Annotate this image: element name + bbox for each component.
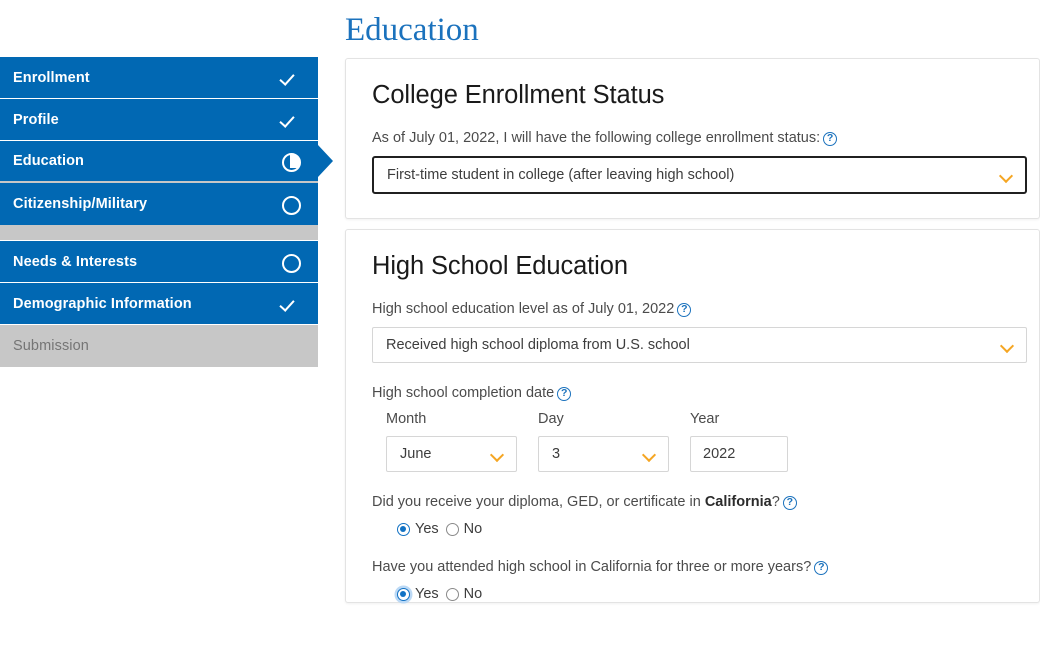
section-heading: High School Education xyxy=(372,252,628,280)
hs-education-level-value: Received high school diploma from U.S. s… xyxy=(386,337,690,353)
help-icon[interactable]: ? xyxy=(557,387,572,401)
sidebar-item-enrollment[interactable]: Enrollment xyxy=(0,57,318,99)
enrollment-status-question: As of July 01, 2022, I will have the fol… xyxy=(372,130,821,146)
chevron-down-icon xyxy=(1002,341,1013,352)
sidebar-item-submission: Submission xyxy=(0,325,318,367)
hs-level-label-text: High school education level as of July 0… xyxy=(372,301,675,317)
sidebar-group-divider xyxy=(0,225,318,241)
chevron-down-icon xyxy=(492,450,503,461)
chevron-down-icon xyxy=(1001,171,1012,182)
diploma-in-california-label: Did you receive your diploma, GED, or ce… xyxy=(372,492,1013,512)
q1-radio-no[interactable]: No xyxy=(445,521,483,537)
education-form-page: Enrollment Profile Education Citizenship… xyxy=(0,0,1040,652)
q2-radio-yes[interactable]: Yes xyxy=(397,586,439,602)
sidebar-item-needs-interests[interactable]: Needs & Interests xyxy=(0,241,318,283)
day-select[interactable]: 3 xyxy=(538,436,669,472)
attended-hs-california-question-group: Have you attended high school in Califor… xyxy=(372,557,1013,602)
year-field-group: Year 2022 xyxy=(690,411,788,472)
help-icon[interactable]: ? xyxy=(782,496,797,510)
q1-radio-yes[interactable]: Yes xyxy=(397,521,439,537)
year-input[interactable]: 2022 xyxy=(690,436,788,472)
q1-yes-label: Yes xyxy=(415,521,439,537)
hs-completion-date-label: High school completion date? xyxy=(372,383,1013,403)
main-content: Education College Enrollment Status As o… xyxy=(345,0,1040,603)
help-icon[interactable]: ? xyxy=(814,561,829,575)
sidebar-item-label: Enrollment xyxy=(13,69,90,86)
hs-education-level-select[interactable]: Received high school diploma from U.S. s… xyxy=(372,327,1027,363)
radio-unselected-icon xyxy=(445,587,459,601)
page-title: Education xyxy=(345,12,479,48)
sidebar-item-demographic-information[interactable]: Demographic Information xyxy=(0,283,318,325)
sidebar-item-label: Citizenship/Military xyxy=(13,196,148,212)
q2-no-label: No xyxy=(463,586,483,602)
sidebar-item-label: Needs & Interests xyxy=(13,253,138,270)
q2-yes-label: Yes xyxy=(415,586,439,602)
enrollment-status-select[interactable]: First-time student in college (after lea… xyxy=(372,156,1027,194)
enrollment-status-value: First-time student in college (after lea… xyxy=(387,167,735,183)
day-value: 3 xyxy=(552,446,561,462)
completion-date-row: Month June Day 3 Year 2022 xyxy=(386,411,1013,472)
q1-bold-state: California xyxy=(704,494,772,510)
help-icon[interactable]: ? xyxy=(677,303,692,317)
q2-radio-no[interactable]: No xyxy=(445,586,483,602)
progress-sidebar: Enrollment Profile Education Citizenship… xyxy=(0,57,333,367)
empty-circle-icon xyxy=(281,195,301,215)
diploma-in-california-radio-group: Yes No xyxy=(397,521,1013,537)
radio-selected-icon xyxy=(397,522,410,536)
half-circle-icon xyxy=(281,152,301,172)
sidebar-item-label: Profile xyxy=(13,111,59,128)
check-icon xyxy=(281,111,299,129)
sidebar-item-label: Education xyxy=(13,153,84,169)
hs-completion-date-label-text: High school completion date xyxy=(372,385,555,401)
day-label: Day xyxy=(538,411,564,427)
help-icon[interactable]: ? xyxy=(823,132,838,146)
sidebar-item-label: Demographic Information xyxy=(13,295,192,312)
radio-selected-focused-icon xyxy=(397,587,410,601)
month-select[interactable]: June xyxy=(386,436,517,472)
radio-unselected-icon xyxy=(445,522,459,536)
chevron-down-icon xyxy=(644,450,655,461)
diploma-in-california-question-group: Did you receive your diploma, GED, or ce… xyxy=(372,492,1013,537)
day-field-group: Day 3 xyxy=(538,411,669,472)
sidebar-item-profile[interactable]: Profile xyxy=(0,99,318,141)
q1-text-after: ? xyxy=(771,494,780,510)
college-enrollment-status-card: College Enrollment Status As of July 01,… xyxy=(345,58,1040,219)
check-icon xyxy=(281,295,299,313)
month-field-group: Month June xyxy=(386,411,517,472)
q2-text: Have you attended high school in Califor… xyxy=(372,559,812,575)
year-label: Year xyxy=(690,411,720,427)
sidebar-item-label: Submission xyxy=(13,338,89,354)
q1-no-label: No xyxy=(463,521,483,537)
sidebar-item-education[interactable]: Education xyxy=(0,141,333,183)
hs-level-label: High school education level as of July 0… xyxy=(372,299,1013,319)
sidebar-item-citizenship-military[interactable]: Citizenship/Military xyxy=(0,183,318,225)
enrollment-status-label: As of July 01, 2022, I will have the fol… xyxy=(372,128,1013,148)
month-value: June xyxy=(400,446,432,462)
empty-circle-icon xyxy=(281,253,301,273)
check-icon xyxy=(281,69,299,87)
q1-text-before: Did you receive your diploma, GED, or ce… xyxy=(372,494,705,510)
attended-hs-california-label: Have you attended high school in Califor… xyxy=(372,557,1013,577)
high-school-education-card: High School Education High school educat… xyxy=(345,229,1040,603)
month-label: Month xyxy=(386,411,427,427)
year-value: 2022 xyxy=(703,446,736,462)
active-section-arrow-icon xyxy=(318,145,333,177)
section-heading: College Enrollment Status xyxy=(372,81,665,109)
attended-hs-california-radio-group: Yes No xyxy=(397,586,1013,602)
